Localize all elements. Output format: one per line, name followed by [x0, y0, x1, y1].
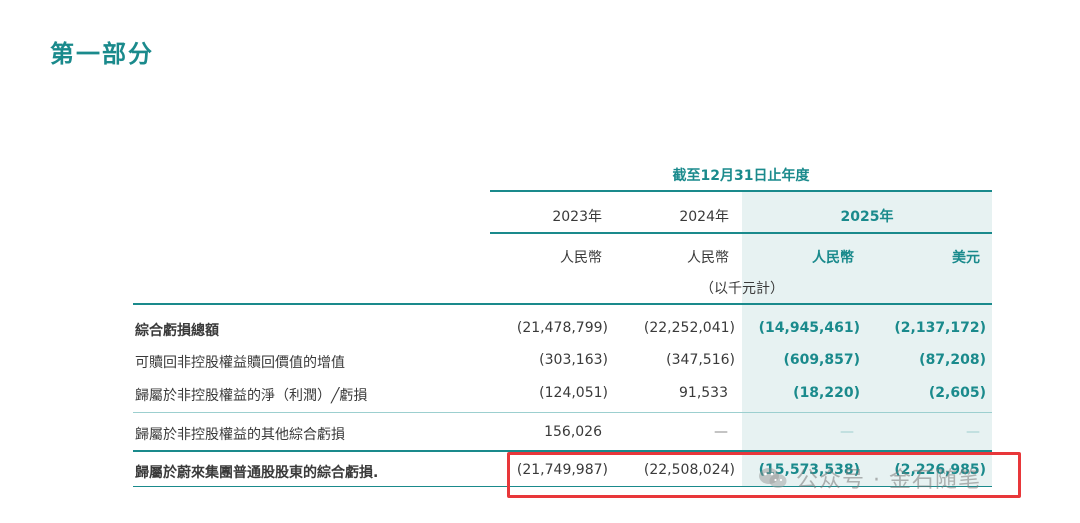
cell-2024: (347,516) — [666, 352, 735, 368]
year-2023: 2023年 — [552, 209, 602, 225]
watermark-text: 公众号 · 金石随笔 — [796, 468, 981, 493]
period-divider — [490, 190, 992, 192]
cell-2024: (22,252,041) — [643, 320, 735, 336]
cell-2025-usd: (87,208) — [919, 352, 986, 368]
watermark: 公众号 · 金石随笔 — [758, 462, 981, 494]
wechat-icon — [759, 468, 787, 488]
cell-2025-rmb: — — [840, 424, 854, 440]
currency-2024: 人民幣 — [687, 250, 729, 266]
unit-note: （以千元計） — [700, 281, 784, 297]
year-2025: 2025年 — [840, 209, 894, 225]
currency-2025-rmb: 人民幣 — [812, 250, 854, 266]
header-divider — [133, 303, 992, 305]
row-divider — [133, 412, 992, 413]
currency-2025-usd: 美元 — [952, 250, 980, 266]
year-2024: 2024年 — [679, 209, 729, 225]
row-label-nci-net-profit-loss: 歸屬於非控股權益的淨（利潤）╱虧損 — [135, 388, 368, 404]
section-title: 第一部分 — [50, 40, 154, 68]
period-header: 截至12月31日止年度 — [672, 168, 810, 184]
cell-2025-usd: (2,137,172) — [894, 320, 986, 336]
cell-2023: (21,478,799) — [516, 320, 608, 336]
row-label-redeemable-accretion: 可贖回非控股權益贖回價值的增值 — [135, 355, 345, 371]
highlight-column-shade — [742, 192, 992, 487]
year-divider — [490, 232, 992, 234]
cell-2025-rmb: (609,857) — [783, 352, 860, 368]
cell-2023: 156,026 — [544, 424, 602, 440]
cell-2025-rmb: (18,220) — [793, 385, 860, 401]
cell-2023: (124,051) — [539, 385, 608, 401]
cell-2025-rmb: (14,945,461) — [758, 320, 860, 336]
currency-2023: 人民幣 — [560, 250, 602, 266]
cell-2023: (303,163) — [539, 352, 608, 368]
cell-2025-usd: — — [966, 424, 980, 440]
cell-2025-usd: (2,605) — [928, 385, 986, 401]
row-label-total-comprehensive-loss: 綜合虧損總額 — [135, 323, 219, 339]
cell-2024: — — [714, 424, 728, 440]
cell-2024: 91,533 — [679, 385, 728, 401]
row-label-nci-other-comprehensive-loss: 歸屬於非控股權益的其他綜合虧損 — [135, 427, 345, 443]
row-label-attributable-comprehensive-loss: 歸屬於蔚來集團普通股股東的綜合虧損. — [135, 465, 379, 481]
